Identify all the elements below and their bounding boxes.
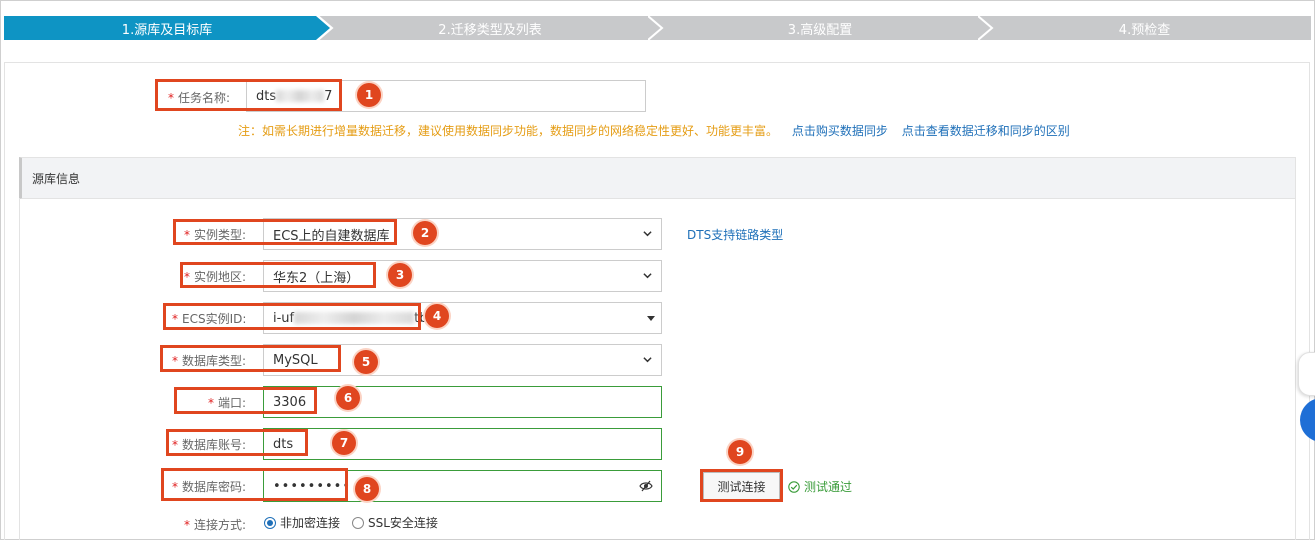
wizard-steps: 1.源库及目标库 2.迁移类型及列表 3.高级配置 4.预检查	[4, 16, 1311, 40]
highlight-db-type	[160, 345, 341, 372]
highlight-port	[174, 387, 317, 414]
radio-ssl-label: SSL安全连接	[368, 516, 438, 530]
test-result-text: 测试通过	[804, 480, 853, 494]
note-warning: 注：如需长期进行增量数据迁移，建议使用数据同步功能，数据同步的网络稳定性更好、功…	[238, 124, 779, 138]
step-badge-8: 8	[355, 477, 379, 501]
test-result: 测试通过	[788, 478, 852, 495]
caret-down-icon	[647, 316, 655, 321]
port-input[interactable]: 3306	[263, 386, 662, 418]
step-1-label: 1.源库及目标库	[121, 22, 213, 38]
highlight-password	[161, 468, 348, 501]
radio-non-encrypted[interactable]: 非加密连接	[264, 514, 340, 531]
radio-unselected-icon[interactable]	[352, 516, 364, 529]
buy-sync-link[interactable]: 点击购买数据同步	[792, 124, 888, 138]
highlight-account	[166, 429, 308, 456]
step-badge-4: 4	[425, 304, 449, 328]
side-feedback-widget[interactable]	[1298, 352, 1315, 396]
radio-selected-icon[interactable]	[264, 516, 276, 529]
step-2-label: 2.迁移类型及列表	[438, 22, 542, 38]
step-2[interactable]: 2.迁移类型及列表	[318, 16, 662, 40]
highlight-region	[180, 262, 376, 288]
compare-link[interactable]: 点击查看数据迁移和同步的区别	[902, 124, 1070, 138]
chevron-down-icon	[643, 231, 652, 237]
connection-label: * 连接方式:	[184, 518, 247, 532]
radio-non-encrypted-label: 非加密连接	[280, 516, 341, 530]
step-badge-1: 1	[357, 83, 381, 107]
chevron-down-icon	[643, 357, 652, 363]
radio-ssl[interactable]: SSL安全连接	[352, 514, 438, 531]
eye-off-icon[interactable]	[639, 480, 653, 492]
step-4[interactable]: 4.预检查	[978, 16, 1311, 40]
migration-note: 注：如需长期进行增量数据迁移，建议使用数据同步功能，数据同步的网络稳定性更好、功…	[238, 122, 1070, 139]
step-1[interactable]: 1.源库及目标库	[4, 16, 330, 40]
step-3[interactable]: 3.高级配置	[648, 16, 992, 40]
step-badge-3: 3	[388, 263, 412, 287]
step-badge-5: 5	[354, 350, 378, 374]
highlight-task-name	[155, 79, 342, 111]
step-badge-7: 7	[332, 431, 356, 455]
chevron-down-icon	[643, 273, 652, 279]
source-section-header: 源库信息	[19, 157, 1296, 199]
step-3-label: 3.高级配置	[787, 22, 853, 38]
step-badge-2: 2	[413, 221, 437, 245]
dts-support-link[interactable]: DTS支持链路类型	[687, 226, 783, 243]
step-badge-6: 6	[336, 386, 360, 410]
step-4-label: 4.预检查	[1118, 22, 1171, 38]
highlight-instance-type	[173, 219, 397, 245]
check-circle-icon	[788, 480, 800, 493]
highlight-ecs-id	[163, 303, 421, 330]
account-input[interactable]: dts	[263, 428, 662, 460]
step-badge-9: 9	[728, 440, 752, 464]
source-section-title: 源库信息	[32, 171, 81, 186]
highlight-test-button	[700, 469, 783, 502]
